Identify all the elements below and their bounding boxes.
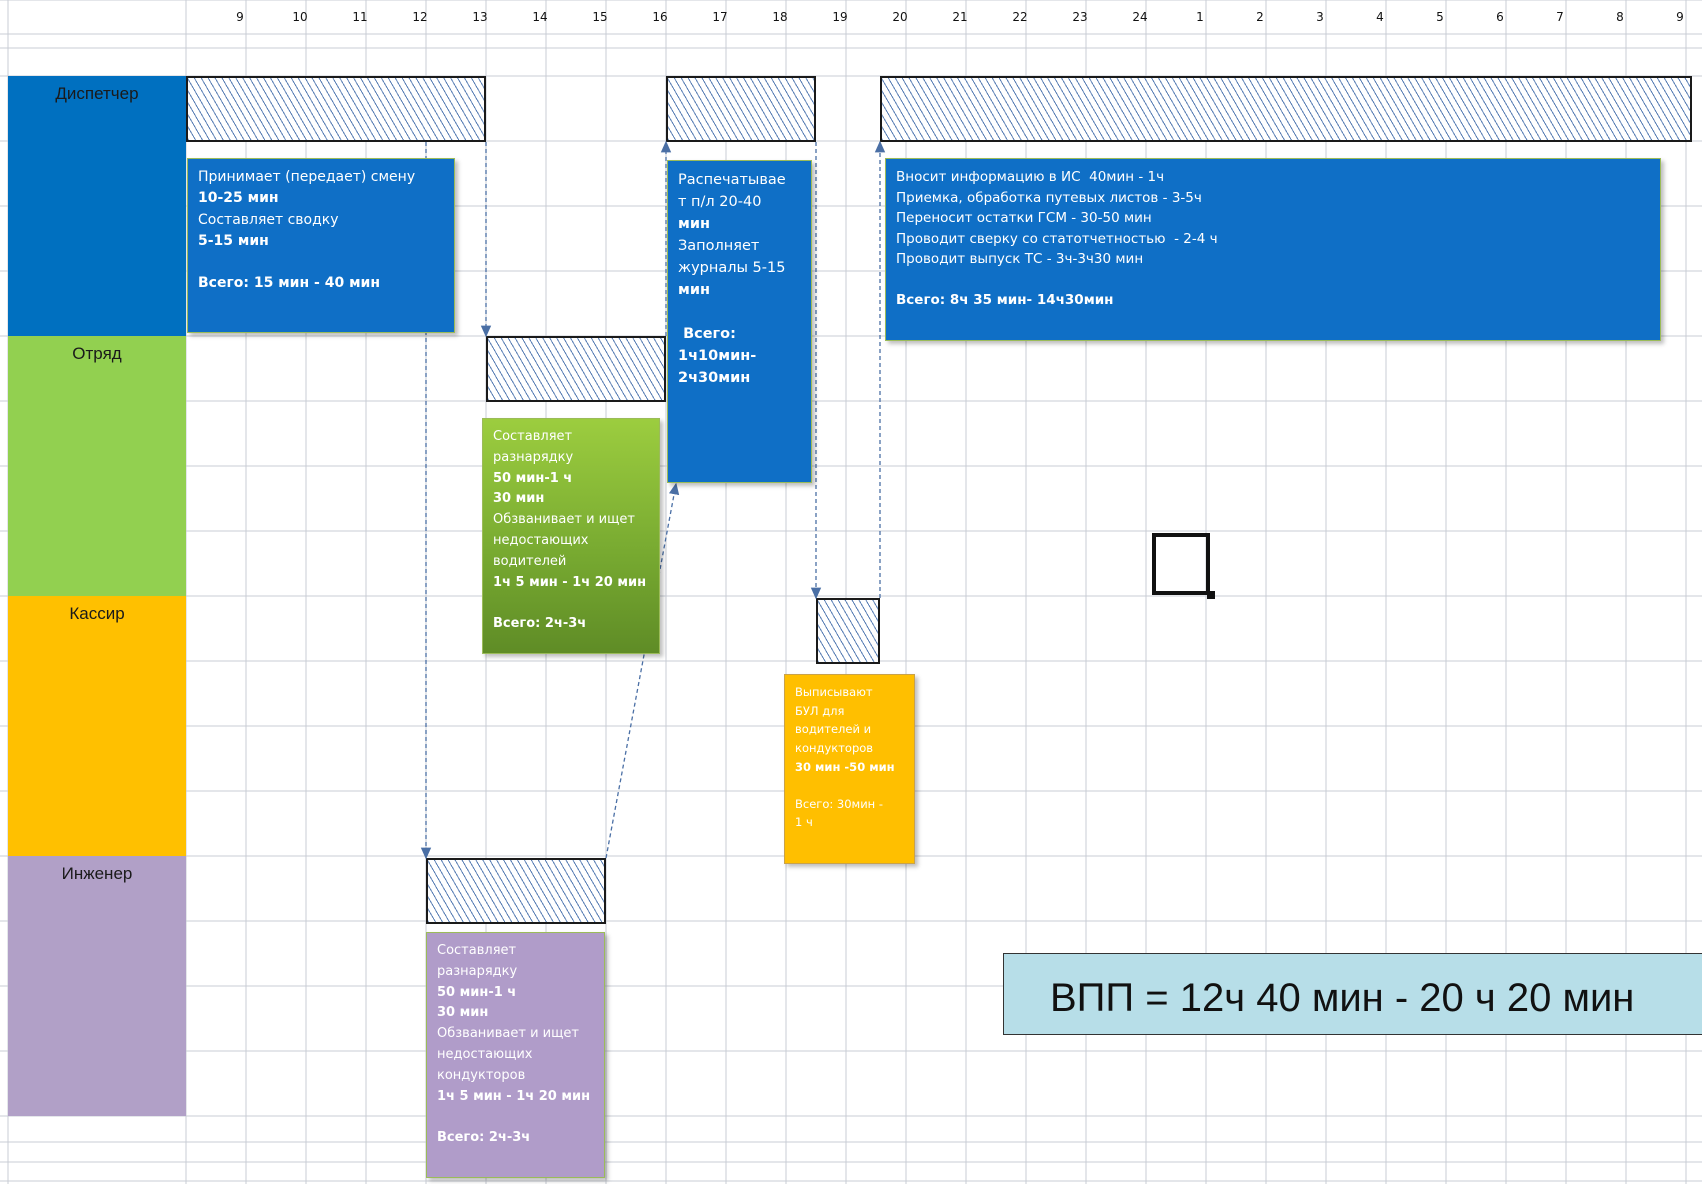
note-line: Всего: 30мин - — [795, 796, 884, 811]
note-line: Принимает (передает) смену — [198, 169, 416, 185]
note-line — [493, 593, 649, 614]
note-line: 10-25 мин — [198, 190, 279, 207]
note-dispatcher-evening[interactable]: Вносит информацию в ИС 40мин - 1ч Приемка… — [885, 158, 1661, 341]
note-line: мин — [678, 216, 711, 233]
note-line: 5-15 мин — [198, 232, 269, 249]
note-line: БУЛ для — [795, 703, 845, 718]
note-line: мин — [678, 282, 711, 299]
note-line: Всего: 15 мин - 40 мин — [198, 275, 380, 292]
note-line — [198, 252, 444, 273]
note-line: Обзванивает и ищет — [493, 512, 635, 528]
note-line: 50 мин-1 ч — [493, 470, 573, 486]
note-line: Переносит остатки ГСМ - 30-50 мин — [896, 210, 1152, 227]
note-line: журналы 5-15 — [678, 260, 786, 277]
note-engineer[interactable]: Составляет разнарядку 50 мин-1 ч 30 мин Обзв… — [426, 932, 605, 1178]
note-line: 30 мин -50 мин — [795, 759, 895, 774]
vpp-summary-box: ВПП = 12ч 40 мин - 20 ч 20 мин — [1003, 953, 1702, 1035]
note-line: Всего: — [678, 326, 736, 343]
note-line: 30 мин — [437, 1005, 489, 1021]
note-line: водителей — [493, 553, 567, 569]
note-line: недостающих — [493, 532, 589, 548]
note-line: кондукторов — [795, 740, 874, 755]
note-dispatcher-print[interactable]: Распечатывае т п/л 20-40 мин Заполняет журна… — [667, 160, 812, 483]
note-line: Проводит выпуск ТС - 3ч-3ч30 мин — [896, 251, 1144, 268]
note-line — [795, 776, 904, 795]
note-line: Составляет — [437, 943, 517, 958]
fill-handle[interactable] — [1207, 591, 1215, 599]
note-line: 1ч10мин- — [678, 348, 757, 365]
note-line: разнарядку — [437, 963, 518, 979]
note-cashier[interactable]: Выписывают БУЛ для водителей и кондукторов 3… — [784, 674, 915, 864]
note-line: т п/л 20-40 — [678, 194, 762, 211]
note-line: Обзванивает и ищет — [437, 1026, 579, 1042]
note-line: Приемка, обработка путевых листов - 3-5ч — [896, 189, 1202, 206]
note-line: Всего: 2ч-3ч — [437, 1130, 531, 1146]
note-line: Распечатывае — [678, 172, 786, 188]
note-line: Составляет — [493, 429, 573, 444]
note-line: 30 мин — [493, 491, 545, 507]
note-line: 1 ч — [795, 815, 813, 830]
note-dispatcher-shift[interactable]: Принимает (передает) смену 10-25 мин Соста… — [187, 158, 455, 333]
note-line: Вносит информацию в ИС 40мин - 1ч — [896, 169, 1165, 185]
note-line: 1ч 5 мин - 1ч 20 мин — [493, 574, 647, 590]
note-line — [437, 1107, 594, 1128]
note-line: Заполняет — [678, 238, 760, 255]
note-line — [896, 270, 1650, 291]
note-line: Всего: 8ч 35 мин- 14ч30мин — [896, 292, 1114, 309]
note-line: 1ч 5 мин - 1ч 20 мин — [437, 1088, 591, 1104]
note-line — [678, 301, 801, 323]
note-line: 50 мин-1 ч — [437, 984, 517, 1000]
note-line: Составляет сводку — [198, 211, 339, 228]
note-detachment[interactable]: Составляет разнарядку 50 мин-1 ч 30 мин Обзв… — [482, 418, 660, 654]
note-line: Проводит сверку со статотчетностью - 2-4… — [896, 230, 1218, 247]
note-line: Выписывают — [795, 685, 873, 699]
cell-selection-box[interactable] — [1152, 533, 1210, 595]
note-line: Всего: 2ч-3ч — [493, 616, 587, 632]
note-line: водителей и — [795, 722, 872, 737]
note-line: 2ч30мин — [678, 370, 751, 387]
note-line: кондукторов — [437, 1067, 526, 1083]
note-line: разнарядку — [493, 449, 574, 465]
note-line: недостающих — [437, 1046, 533, 1062]
